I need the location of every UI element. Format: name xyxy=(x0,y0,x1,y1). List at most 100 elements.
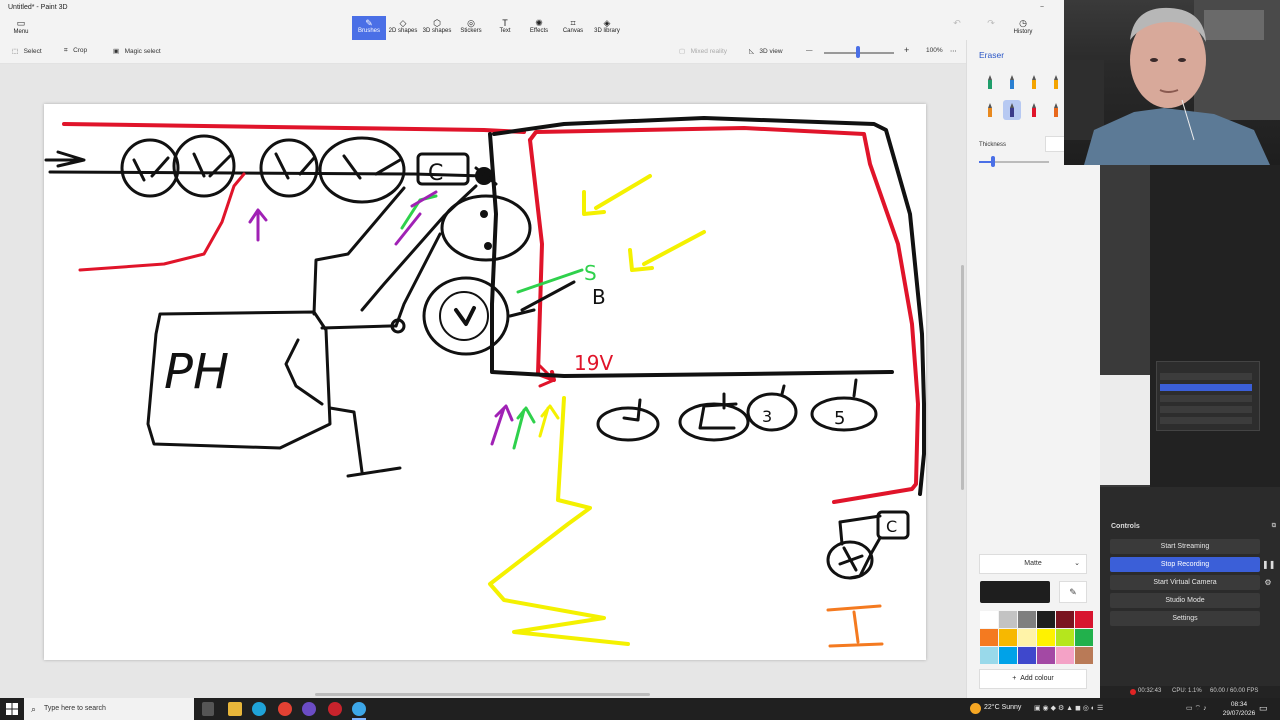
obs-controls-title: Controls xyxy=(1111,523,1140,530)
color-swatch[interactable] xyxy=(1037,647,1055,664)
file-explorer-icon[interactable] xyxy=(228,702,242,716)
taskbar: ⌕ Type here to search 22°C Sunny ▣ ◉ ◆ ⚙… xyxy=(0,698,1280,720)
color-swatch[interactable] xyxy=(1056,629,1074,646)
tray-icons[interactable]: ▣ ◉ ◆ ⚙ ▲ ◼ ◎ ◐ ☰ xyxy=(1034,704,1103,712)
taskbar-clock[interactable]: 08:34 29/07/2026 xyxy=(1222,700,1256,718)
effects-icon: ✺ xyxy=(535,18,543,28)
watercolor-brush-icon[interactable] xyxy=(1047,72,1065,92)
zoom-out-button[interactable]: — xyxy=(806,47,813,54)
color-swatch[interactable] xyxy=(1018,647,1036,664)
color-swatch[interactable] xyxy=(980,647,998,664)
color-swatch[interactable] xyxy=(980,611,998,628)
color-swatch[interactable] xyxy=(1056,611,1074,628)
current-color-swatch[interactable] xyxy=(980,581,1050,603)
pin-icon[interactable]: ⧉ xyxy=(1272,523,1276,530)
history-icon: ◷ xyxy=(1019,18,1027,28)
pause-recording-icon[interactable]: ❚❚ xyxy=(1262,557,1275,572)
obs-icon[interactable] xyxy=(302,702,316,716)
eraser-icon[interactable] xyxy=(1003,100,1021,120)
tool-2d-shapes[interactable]: ◇ 2D shapes xyxy=(386,16,420,40)
color-swatch[interactable] xyxy=(1018,611,1036,628)
zoom-in-button[interactable]: + xyxy=(904,45,909,55)
tool-canvas[interactable]: ⌗ Canvas xyxy=(556,16,590,40)
color-swatch[interactable] xyxy=(1037,611,1055,628)
pixel-pen-icon[interactable] xyxy=(981,100,999,120)
thickness-slider-thumb[interactable] xyxy=(991,156,995,167)
tool-label: Canvas xyxy=(562,28,584,34)
add-colour-label: Add colour xyxy=(1020,675,1054,682)
color-swatch[interactable] xyxy=(1075,647,1093,664)
zoom-slider-thumb[interactable] xyxy=(856,46,860,58)
windows-start-icon[interactable] xyxy=(6,703,18,715)
minimize-button[interactable]: – xyxy=(1036,4,1048,14)
obs-stop-recording-button[interactable]: Stop Recording xyxy=(1110,557,1260,572)
add-colour-button[interactable]: + Add colour xyxy=(979,669,1087,689)
oil-brush-icon[interactable] xyxy=(1025,72,1043,92)
obs-start-virtual-camera-button[interactable]: Start Virtual Camera xyxy=(1110,575,1260,590)
tool-brushes[interactable]: ✎ Brushes xyxy=(352,16,386,40)
finish-dropdown[interactable]: Matte ⌄ xyxy=(979,554,1087,574)
pencil-icon[interactable] xyxy=(1025,100,1043,120)
weather-widget[interactable]: 22°C Sunny xyxy=(984,704,1021,711)
label-voltage: 19V xyxy=(574,351,613,375)
obs-start-streaming-button[interactable]: Start Streaming xyxy=(1110,539,1260,554)
color-swatch[interactable] xyxy=(1075,629,1093,646)
paint3d-taskbar-icon[interactable] xyxy=(352,702,366,716)
drawing-canvas[interactable]: C PH S B 19V 3 5 C xyxy=(44,104,926,660)
label-3: 3 xyxy=(762,407,772,426)
color-palette xyxy=(980,611,1093,664)
red-wire-left xyxy=(528,138,556,382)
notification-icon[interactable]: ▭ xyxy=(1259,703,1271,715)
eyedropper-icon: ✎ xyxy=(1069,587,1077,597)
tool-3d-shapes[interactable]: ⬡ 3D shapes xyxy=(420,16,454,40)
tool-3d-library[interactable]: ◈ 3D library xyxy=(590,16,624,40)
circuit-sketch: C PH S B 19V 3 5 C xyxy=(44,116,926,648)
vertical-scrollbar[interactable] xyxy=(961,265,964,490)
chrome-icon[interactable] xyxy=(278,702,292,716)
color-swatch[interactable] xyxy=(999,629,1017,646)
color-swatch[interactable] xyxy=(1075,611,1093,628)
view-3d-label: 3D view xyxy=(759,48,783,55)
mixed-reality-button[interactable]: ▢ Mixed reality xyxy=(679,47,727,55)
brush-icon: ✎ xyxy=(365,18,373,28)
obs-controls-header: Controls ⧉ xyxy=(1104,523,1280,535)
network-icon[interactable]: ▭ ⌔ ♪ xyxy=(1186,704,1207,713)
rec-time: 00:32:43 xyxy=(1138,688,1162,694)
tool-stickers[interactable]: ◎ Stickers xyxy=(454,16,488,40)
magic-select-tool[interactable]: ▣ Magic select xyxy=(113,47,161,55)
obs-settings-button[interactable]: Settings xyxy=(1110,611,1260,626)
purple-arrow-1 xyxy=(248,208,268,242)
label-ph: PH xyxy=(164,344,229,400)
color-swatch[interactable] xyxy=(1018,629,1036,646)
view-3d-button[interactable]: ◺ 3D view xyxy=(749,47,783,55)
app-icon[interactable] xyxy=(328,702,342,716)
canvas-icon: ⌗ xyxy=(570,18,576,28)
redo-button[interactable]: ↷ xyxy=(976,18,1006,38)
calligraphy-pen-icon[interactable] xyxy=(1003,72,1021,92)
menu-button[interactable]: ▭ Menu xyxy=(8,18,34,38)
tool-text[interactable]: T Text xyxy=(488,16,522,40)
color-swatch[interactable] xyxy=(1056,647,1074,664)
more-options-icon[interactable]: ⋯ xyxy=(950,47,957,55)
history-button[interactable]: ◷ History xyxy=(1008,18,1038,38)
obs-status-bar: 00:32:43 CPU: 1.1% 60.00 / 60.00 FPS xyxy=(1100,686,1280,698)
recording-dot-icon xyxy=(1130,689,1136,695)
gear-icon[interactable]: ⚙ xyxy=(1262,575,1274,590)
edge-icon[interactable] xyxy=(252,702,266,716)
task-view-icon[interactable] xyxy=(202,702,214,716)
undo-button[interactable]: ↶ xyxy=(942,18,972,38)
zoom-level: 100% xyxy=(926,47,943,54)
crayon-icon[interactable] xyxy=(1047,100,1065,120)
select-tool[interactable]: ⬚ Select xyxy=(12,47,42,55)
color-swatch[interactable] xyxy=(1037,629,1055,646)
obs-studio-mode-button[interactable]: Studio Mode xyxy=(1110,593,1260,608)
color-swatch[interactable] xyxy=(980,629,998,646)
tool-effects[interactable]: ✺ Effects xyxy=(522,16,556,40)
taskbar-search[interactable]: ⌕ Type here to search xyxy=(24,698,194,720)
color-swatch[interactable] xyxy=(999,647,1017,664)
color-swatch[interactable] xyxy=(999,611,1017,628)
crop-tool[interactable]: ⌗ Crop xyxy=(64,47,87,55)
eyedropper-button[interactable]: ✎ xyxy=(1059,581,1087,603)
horizontal-scrollbar[interactable] xyxy=(315,693,650,696)
marker-brush-icon[interactable] xyxy=(981,72,999,92)
